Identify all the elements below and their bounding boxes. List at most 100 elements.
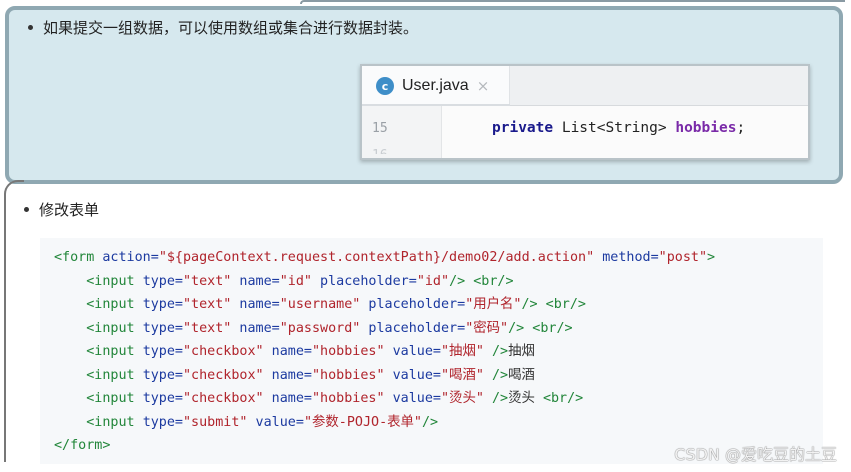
watermark: CSDN @爱吃豆的土豆 [674,445,837,464]
editor-tab-strip: c User.java × [362,66,808,107]
code-token: "hobbies" [312,367,385,383]
code-line: <input type="checkbox" name="hobbies" va… [54,364,715,388]
java-class-icon: c [376,77,394,95]
code-token: name= [263,391,312,406]
code-token: <input [86,367,143,383]
code-token: "checkbox" [183,391,264,406]
code-token: "text" [183,297,232,312]
code-token: "hobbies" [312,344,385,359]
code-token: type= [142,391,183,406]
code-token: /> [449,273,466,289]
code-token: value= [247,414,304,430]
code-token: 喝酒 [508,367,535,383]
code-line: <input type="text" name="id" placeholder… [54,270,715,294]
code-token: "password" [279,320,361,336]
line-gutter: 15 16 [362,106,442,158]
tab-label: User.java [402,77,469,94]
code-token: > [707,250,716,265]
code-token: /> [521,297,538,312]
code-line: <input type="checkbox" name="hobbies" va… [54,340,715,364]
code-token: name= [263,367,312,383]
code-token: "submit" [183,414,248,430]
code-token: <br/> [473,273,514,289]
code-token: "密码" [465,320,509,336]
type-token: List<String> [561,120,667,136]
code-line: private List<String> hobbies; [492,120,745,136]
keyword-token: private [492,120,554,136]
code-token: placeholder= [312,273,417,289]
list-item-text: 修改表单 [39,201,100,219]
code-token: "烫头" [441,391,484,406]
code-token: "参数-POJO-表单" [303,414,422,430]
code-token: name= [231,320,280,336]
code-token: "username" [279,297,361,312]
line-number: 15 [372,121,388,136]
code-line: <input type="text" name="username" place… [54,293,715,317]
code-token: <br/> [542,391,584,406]
code-token: "用户名" [465,297,522,312]
code-token: name= [231,273,280,289]
code-token: type= [142,320,183,336]
code-token: /> [491,391,509,406]
line-number-next: 16 [372,148,388,154]
code-token: "text" [183,273,232,289]
code-token: "喝酒" [441,367,484,383]
code-token: <input [86,320,143,336]
code-token: <br/> [545,297,586,312]
code-token: /> [491,367,509,383]
code-line: <input type="checkbox" name="hobbies" va… [54,387,715,411]
code-token: <form [54,250,103,265]
code-token: "hobbies" [312,391,385,406]
code-token: "post" [658,250,708,265]
code-token: type= [142,344,183,359]
code-token: value= [384,391,441,406]
code-token: "抽烟" [441,344,484,359]
code-token: type= [142,414,183,430]
code-token: "checkbox" [183,367,264,383]
close-icon[interactable]: × [477,77,490,95]
code-token: method= [594,250,659,265]
code-token: "id" [416,273,450,289]
code-token: placeholder= [360,320,466,336]
code-token: "checkbox" [183,344,264,359]
code-token: 抽烟 [508,344,535,359]
code-token: type= [142,297,183,312]
list-item-modify-form: 修改表单 [24,199,99,220]
code-token: "text" [183,320,232,336]
code-token: <input [86,344,143,359]
code-token: <input [86,391,143,406]
code-line: <input type="submit" value="参数-POJO-表单"/… [54,411,715,435]
code-token: /> [508,320,525,336]
field-token: hobbies [675,120,737,136]
code-token: 烫头 [508,391,543,406]
code-token: name= [231,297,280,312]
code-token: </form> [54,438,111,453]
code-token: type= [142,367,183,383]
code-token: "id" [279,273,312,289]
code-token: "${pageContext.request.contextPath}/demo… [158,250,595,265]
code-screenshot-image: c User.java × 15 16 private List<String>… [360,64,810,160]
semicolon-token: ; [736,120,746,136]
code-token: /> [491,344,509,359]
code-token: value= [384,367,441,383]
code-line: </form> [54,434,715,458]
tab-user-java[interactable]: c User.java × [362,66,510,107]
code-token: value= [384,344,441,359]
code-line: <input type="text" name="password" place… [54,317,715,341]
code-token: action= [102,250,159,265]
code-token: /> [422,414,439,430]
list-item-text: 如果提交一组数据，可以使用数组或集合进行数据封装。 [43,19,419,37]
list-item-array-collection: 如果提交一组数据，可以使用数组或集合进行数据封装。 [28,17,418,38]
code-line: <form action="${pageContext.request.cont… [54,246,715,270]
bullet-icon [28,25,33,30]
code-token: name= [263,344,312,359]
bullet-icon [24,207,29,212]
